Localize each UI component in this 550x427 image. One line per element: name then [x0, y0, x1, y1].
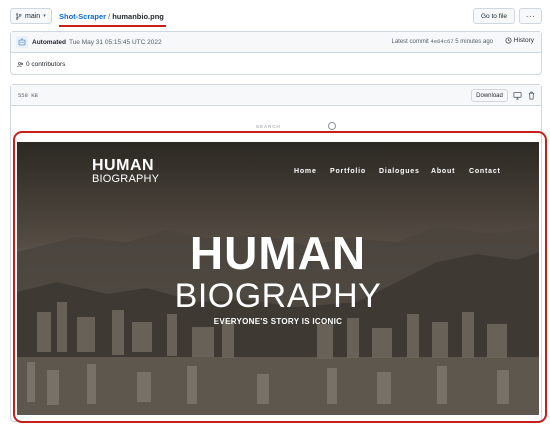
nav-item-about[interactable]: About	[431, 168, 455, 175]
go-to-file-button[interactable]: Go to file	[473, 8, 515, 24]
hero-subheadline: BIOGRAPHY	[174, 277, 382, 315]
top-bar: main ▾ Shot-Scraper / humanbio.png Go to f…	[10, 8, 542, 27]
commit-author[interactable]: Automated	[32, 39, 66, 46]
robot-icon	[18, 38, 26, 46]
contributors-row[interactable]: 0 contributors	[11, 53, 541, 75]
latest-commit-info: Latest commit 4e64c67 5 minutes ago	[391, 38, 493, 45]
commit-date: Tue May 31 05:15:45 UTC 2022	[68, 38, 162, 46]
download-button[interactable]: Download	[471, 89, 508, 102]
history-label: History	[513, 37, 534, 44]
people-icon	[17, 61, 24, 67]
breadcrumb: Shot-Scraper / humanbio.png	[59, 12, 164, 21]
more-options-button[interactable]: ···	[519, 8, 542, 24]
latest-commit-label: Latest commit	[391, 39, 429, 45]
branch-select-button[interactable]: main ▾	[10, 8, 52, 24]
commit-box: Automated Tue May 31 05:15:45 UTC 2022 L…	[10, 31, 542, 75]
commit-time-ago: 5 minutes ago	[455, 39, 493, 45]
file-header: 558 KB Download	[11, 85, 541, 106]
avatar[interactable]	[16, 36, 28, 48]
logo-line1: HUMAN	[92, 157, 155, 174]
preview-search-label: SEARCH	[256, 124, 281, 129]
file-size: 558 KB	[18, 92, 38, 99]
highlight-underline	[59, 25, 166, 27]
chevron-down-icon: ▾	[43, 13, 46, 19]
site-logo[interactable]: HUMAN BIOGRAPHY	[92, 158, 159, 185]
breadcrumb-repo-link[interactable]: Shot-Scraper	[59, 12, 106, 21]
branch-icon	[15, 12, 22, 20]
breadcrumb-separator: /	[108, 12, 111, 21]
history-icon	[505, 37, 512, 44]
hero-headline: HUMAN	[189, 227, 367, 279]
nav-item-contact[interactable]: Contact	[469, 168, 501, 175]
desktop-icon[interactable]	[513, 91, 522, 100]
nav-item-home[interactable]: Home	[294, 168, 317, 175]
trash-icon[interactable]	[527, 91, 536, 100]
logo-line2: BIOGRAPHY	[92, 173, 160, 185]
contributors-label: 0 contributors	[26, 60, 66, 68]
search-icon	[328, 122, 336, 130]
breadcrumb-file: humanbio.png	[112, 12, 164, 21]
nav-item-portfolio[interactable]: Portfolio	[330, 168, 366, 175]
nav-item-dialogues[interactable]: Dialogues	[379, 168, 420, 175]
branch-name: main	[25, 12, 41, 20]
hero-tagline: EVERYONE'S STORY IS ICONIC	[213, 317, 343, 326]
commit-sha-link[interactable]: 4e64c67	[431, 38, 454, 45]
history-link[interactable]: History	[505, 37, 534, 44]
commit-header: Automated Tue May 31 05:15:45 UTC 2022 L…	[11, 32, 541, 53]
image-preview: HUMAN BIOGRAPHY Home Portfolio Dialogues…	[17, 142, 539, 415]
